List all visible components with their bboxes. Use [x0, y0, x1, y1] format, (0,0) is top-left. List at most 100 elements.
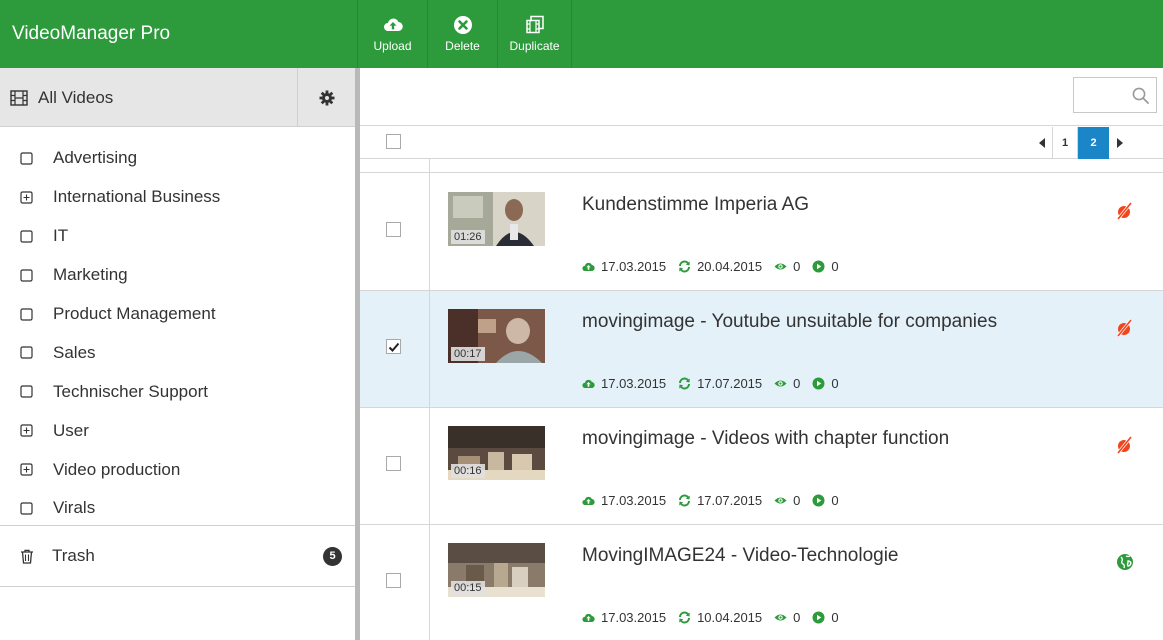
updated-date: 17.07.2015 — [697, 376, 763, 391]
search-input[interactable] — [1074, 78, 1130, 112]
cloud-upload-icon — [582, 262, 595, 272]
upload-label: Upload — [373, 39, 412, 53]
sidebar-divider — [0, 525, 355, 526]
table-row[interactable]: 00:17 movingimage - Youtube unsuitable f… — [360, 291, 1163, 408]
caret-left-icon — [1038, 138, 1045, 148]
row-checkbox[interactable] — [386, 339, 401, 354]
video-thumbnail[interactable]: 01:26 — [448, 192, 545, 246]
category-item[interactable]: Virals — [0, 489, 355, 528]
row-checkbox[interactable] — [386, 222, 401, 237]
view-count: 0 — [793, 493, 801, 508]
expand-plus-icon — [20, 463, 33, 476]
updated-date: 17.07.2015 — [697, 493, 763, 508]
updated-date: 10.04.2015 — [697, 610, 763, 625]
table-row[interactable]: 00:16 movingimage - Videos with chapter … — [360, 408, 1163, 525]
video-thumbnail[interactable]: 00:17 — [448, 309, 545, 363]
category-label: Technischer Support — [53, 381, 208, 401]
category-label: Video production — [53, 459, 181, 479]
search-box[interactable] — [1073, 77, 1157, 113]
play-count: 0 — [831, 493, 839, 508]
row-checkbox[interactable] — [386, 456, 401, 471]
view-count: 0 — [793, 259, 801, 274]
video-list-panel: 1 2 01:26 Kundenstimme Imperia AG 17.03.… — [360, 68, 1163, 640]
play-circle-icon — [812, 260, 825, 273]
video-meta: 17.03.2015 20.04.2015 0 0 — [582, 259, 851, 274]
caret-right-icon — [1116, 138, 1123, 148]
play-count: 0 — [831, 376, 839, 391]
trash-label: Trash — [52, 546, 95, 565]
all-videos-row[interactable]: All Videos — [0, 68, 355, 127]
unpublished-icon[interactable] — [1116, 319, 1134, 337]
video-title[interactable]: movingimage - Videos with chapter functi… — [582, 428, 949, 450]
row-checkbox[interactable] — [386, 573, 401, 588]
category-item[interactable]: Advertising — [0, 139, 355, 178]
video-title[interactable]: Kundenstimme Imperia AG — [582, 194, 809, 216]
play-count: 0 — [831, 610, 839, 625]
category-item[interactable]: International Business — [0, 178, 355, 217]
prev-page-button[interactable] — [1032, 127, 1052, 159]
checkbox-icon — [20, 152, 33, 165]
updated-date: 20.04.2015 — [697, 259, 763, 274]
unpublished-icon[interactable] — [1116, 436, 1134, 454]
duplicate-button[interactable]: Duplicate — [498, 0, 572, 68]
delete-circle-x-icon — [453, 16, 472, 34]
refresh-icon — [679, 377, 691, 390]
video-duration: 00:16 — [451, 464, 485, 478]
category-item[interactable]: Sales — [0, 333, 355, 372]
page-2-button[interactable]: 2 — [1077, 127, 1109, 159]
table-row[interactable]: 01:26 Kundenstimme Imperia AG 17.03.2015… — [360, 174, 1163, 291]
app-title: VideoManager Pro — [0, 0, 358, 68]
category-label: International Business — [53, 187, 221, 207]
eye-icon — [774, 380, 787, 387]
category-item[interactable]: Product Management — [0, 295, 355, 334]
checkbox-icon — [20, 502, 33, 515]
sidebar: All Videos Advertising International Bus… — [0, 68, 355, 640]
delete-button[interactable]: Delete — [428, 0, 498, 68]
video-thumbnail[interactable]: 00:16 — [448, 426, 545, 480]
upload-button[interactable]: Upload — [358, 0, 428, 68]
refresh-icon — [679, 260, 691, 273]
search-icon[interactable] — [1132, 87, 1149, 104]
cloud-upload-icon — [582, 379, 595, 389]
refresh-icon — [679, 611, 691, 624]
gear-icon — [319, 90, 334, 105]
upload-date: 17.03.2015 — [601, 259, 667, 274]
category-label: IT — [53, 226, 69, 246]
upload-date: 17.03.2015 — [601, 493, 667, 508]
upload-date: 17.03.2015 — [601, 376, 667, 391]
column-divider — [429, 159, 430, 640]
eye-icon — [774, 614, 787, 621]
checkbox-icon — [20, 269, 33, 282]
trash-item[interactable]: Trash 5 — [0, 538, 355, 574]
category-label: User — [53, 420, 89, 440]
play-count: 0 — [831, 259, 839, 274]
toolbar: Upload Delete Duplicate — [358, 0, 572, 68]
video-title[interactable]: movingimage - Youtube unsuitable for com… — [582, 311, 997, 333]
duplicate-label: Duplicate — [509, 39, 560, 53]
checkbox-icon — [20, 230, 33, 243]
video-title[interactable]: MovingIMAGE24 - Video-Technologie — [582, 545, 899, 567]
video-thumbnail[interactable]: 00:15 — [448, 543, 545, 597]
next-page-button[interactable] — [1109, 127, 1129, 159]
cloud-upload-icon — [383, 18, 403, 32]
table-row[interactable]: 00:15 MovingIMAGE24 - Video-Technologie … — [360, 525, 1163, 640]
category-item[interactable]: Marketing — [0, 256, 355, 295]
published-globe-icon[interactable] — [1116, 553, 1134, 571]
category-item[interactable]: Video production — [0, 450, 355, 489]
sidebar-divider — [0, 586, 355, 587]
video-duration: 01:26 — [451, 230, 485, 244]
category-item[interactable]: Technischer Support — [0, 372, 355, 411]
video-duration: 00:17 — [451, 347, 485, 361]
trash-icon — [21, 549, 33, 564]
expand-plus-icon — [20, 191, 33, 204]
unpublished-icon[interactable] — [1116, 202, 1134, 220]
select-all-checkbox[interactable] — [386, 134, 401, 149]
pagination: 1 2 — [1032, 127, 1129, 159]
page-1-button[interactable]: 1 — [1052, 127, 1077, 159]
category-item[interactable]: IT — [0, 217, 355, 256]
settings-button[interactable] — [297, 68, 355, 127]
play-circle-icon — [812, 494, 825, 507]
trash-count-badge: 5 — [323, 547, 342, 566]
category-item[interactable]: User — [0, 411, 355, 450]
upload-date: 17.03.2015 — [601, 610, 667, 625]
